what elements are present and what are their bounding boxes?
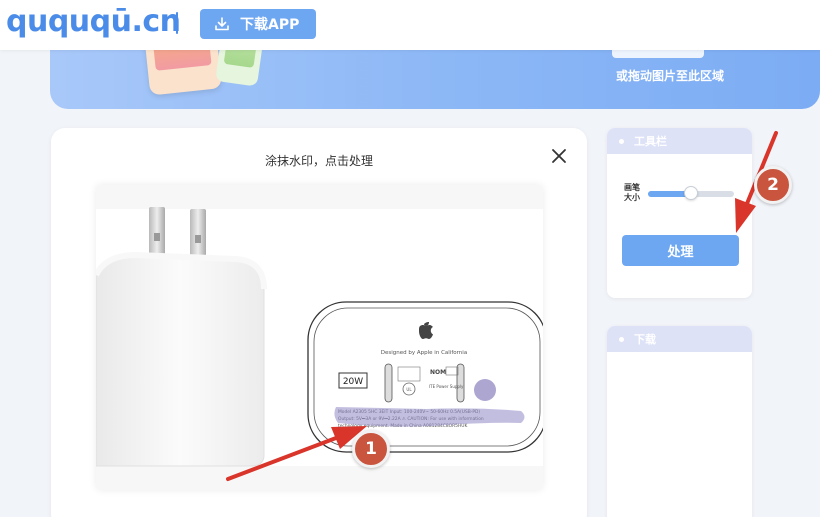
step-badge-2: 2 — [754, 166, 792, 204]
close-icon[interactable] — [550, 147, 568, 165]
brush-size-slider[interactable] — [648, 186, 734, 200]
download-app-button[interactable]: 下载APP — [200, 9, 316, 39]
download-header: 下载 — [607, 326, 752, 352]
slider-thumb[interactable] — [684, 186, 698, 200]
nom-mark: NOM — [430, 369, 446, 376]
toolbox-header: 工具栏 — [607, 128, 752, 154]
bullet-icon — [619, 138, 624, 144]
top-header: ququqū.cn 下载APP — [0, 0, 820, 50]
brush-size-label: 画笔 大小 — [624, 183, 640, 202]
download-icon — [215, 17, 229, 31]
image-canvas[interactable]: Designed by Apple in California 20W UL N… — [96, 185, 543, 490]
svg-text:UL: UL — [406, 387, 412, 392]
wattage-label: 20W — [343, 377, 363, 387]
logo-divider — [176, 12, 178, 34]
designed-by-text: Designed by Apple in California — [381, 350, 467, 356]
bullet-icon — [619, 336, 624, 342]
charger-image: Designed by Apple in California 20W UL N… — [96, 207, 543, 467]
download-title: 下载 — [634, 333, 656, 346]
editor-panel: 涂抹水印，点击处理 Designed by Apple in Californi… — [51, 128, 587, 517]
download-app-label: 下载APP — [240, 17, 300, 33]
download-panel: 下载 — [607, 326, 752, 517]
brush-dot — [474, 379, 496, 401]
toolbox-panel: 工具栏 画笔 大小 处理 — [607, 128, 752, 298]
process-button[interactable]: 处理 — [622, 235, 739, 266]
step-badge-1: 1 — [352, 430, 390, 468]
drop-hint-text: 或拖动图片至此区域 — [616, 69, 725, 83]
supply-text: ITE Power Supply — [429, 384, 464, 389]
upload-button[interactable] — [612, 50, 704, 58]
site-logo[interactable]: ququqū.cn — [6, 4, 181, 39]
editor-title: 涂抹水印，点击处理 — [264, 154, 373, 168]
toolbox-title: 工具栏 — [634, 135, 667, 148]
